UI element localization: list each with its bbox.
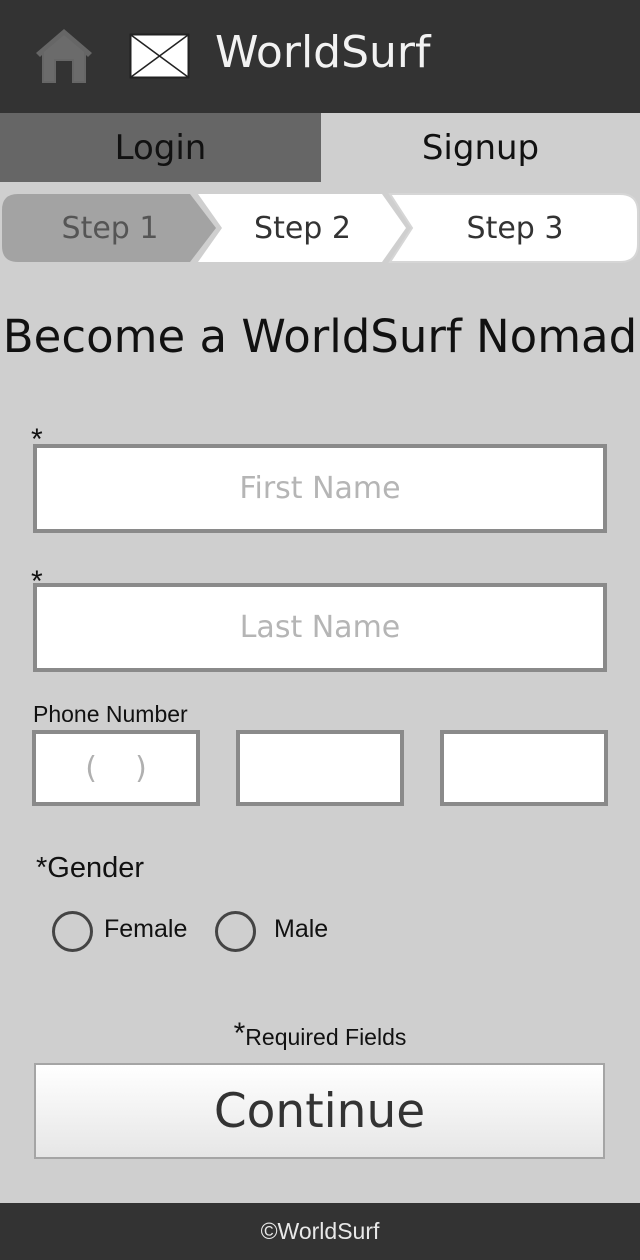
app-header: WorldSurf [0, 0, 640, 113]
phone-line-field[interactable] [440, 730, 608, 806]
continue-button[interactable]: Continue [34, 1063, 605, 1159]
phone-area-code-field[interactable] [32, 730, 200, 806]
footer: ©WorldSurf [0, 1203, 640, 1260]
step-2: Step 2 [254, 210, 351, 246]
phone-prefix-field[interactable] [236, 730, 404, 806]
phone-number-label: Phone Number [33, 701, 188, 727]
gender-label: *Gender [36, 852, 145, 884]
image-placeholder-icon [129, 33, 190, 79]
step-3: Step 3 [466, 210, 564, 246]
required-fields-note: *Required Fields [0, 1017, 640, 1051]
app-title: WorldSurf [215, 27, 431, 78]
last-name-field[interactable] [33, 583, 607, 672]
gender-female-radio[interactable] [52, 911, 93, 952]
step-1: Step 1 [61, 210, 159, 246]
first-name-field[interactable] [33, 444, 607, 533]
tab-signup[interactable]: Signup [321, 113, 640, 182]
tab-login[interactable]: Login [0, 113, 321, 182]
page-title: Become a WorldSurf Nomad [2, 310, 638, 363]
footer-copyright: ©WorldSurf [260, 1218, 380, 1244]
auth-tabs: Login Signup [0, 113, 640, 182]
gender-female-label[interactable]: Female [104, 913, 187, 945]
gender-male-label[interactable]: Male [274, 913, 328, 945]
home-icon[interactable] [34, 27, 94, 85]
required-note-star: * [233, 1017, 246, 1050]
gender-male-radio[interactable] [215, 911, 256, 952]
required-note-text: Required Fields [245, 1024, 407, 1050]
step-progress: Step 1 Step 2 Step 3 [0, 192, 640, 266]
